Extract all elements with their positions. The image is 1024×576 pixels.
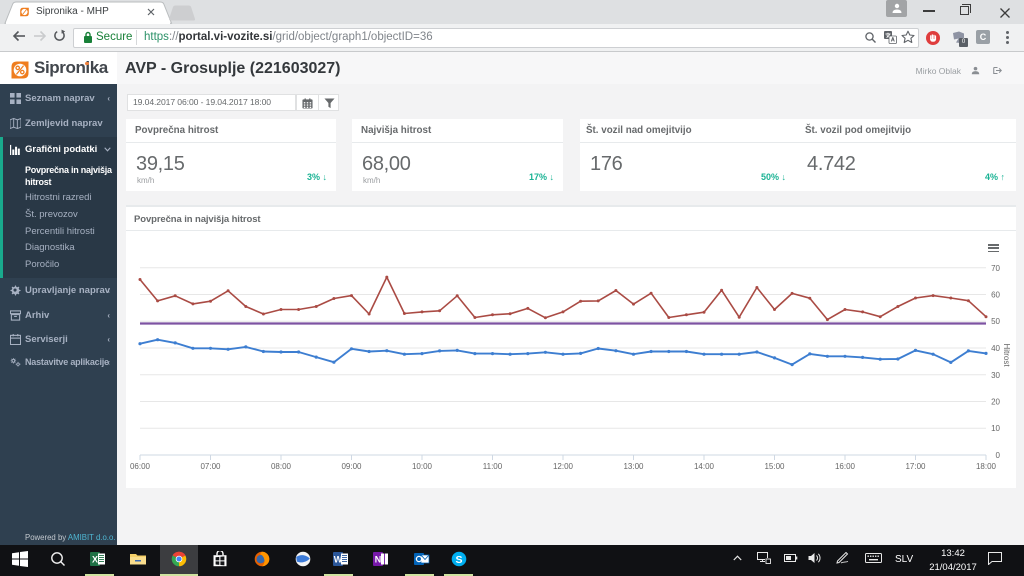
svg-text:Hitrost: Hitrost [1002, 343, 1011, 367]
svg-text:10: 10 [991, 424, 1000, 433]
svg-text:06:00: 06:00 [130, 462, 151, 471]
svg-text:0: 0 [996, 451, 1001, 460]
svg-text:13:00: 13:00 [623, 462, 644, 471]
svg-text:18:00: 18:00 [976, 462, 997, 471]
svg-text:14:00: 14:00 [694, 462, 715, 471]
svg-text:10:00: 10:00 [412, 462, 433, 471]
svg-text:60: 60 [991, 291, 1000, 300]
svg-text:40: 40 [991, 344, 1000, 353]
svg-text:07:00: 07:00 [200, 462, 221, 471]
svg-text:50: 50 [991, 317, 1000, 326]
svg-text:W: W [334, 555, 343, 565]
svg-text:20: 20 [991, 398, 1000, 407]
svg-text:30: 30 [991, 371, 1000, 380]
svg-text:08:00: 08:00 [271, 462, 292, 471]
svg-text:N: N [375, 555, 382, 565]
svg-text:17:00: 17:00 [905, 462, 926, 471]
svg-text:16:00: 16:00 [835, 462, 856, 471]
svg-text:70: 70 [991, 264, 1000, 273]
svg-text:11:00: 11:00 [483, 462, 503, 471]
svg-text:15:00: 15:00 [764, 462, 785, 471]
svg-text:09:00: 09:00 [341, 462, 362, 471]
svg-text:X: X [92, 555, 98, 565]
svg-text:12:00: 12:00 [553, 462, 574, 471]
svg-text:S: S [455, 554, 462, 566]
